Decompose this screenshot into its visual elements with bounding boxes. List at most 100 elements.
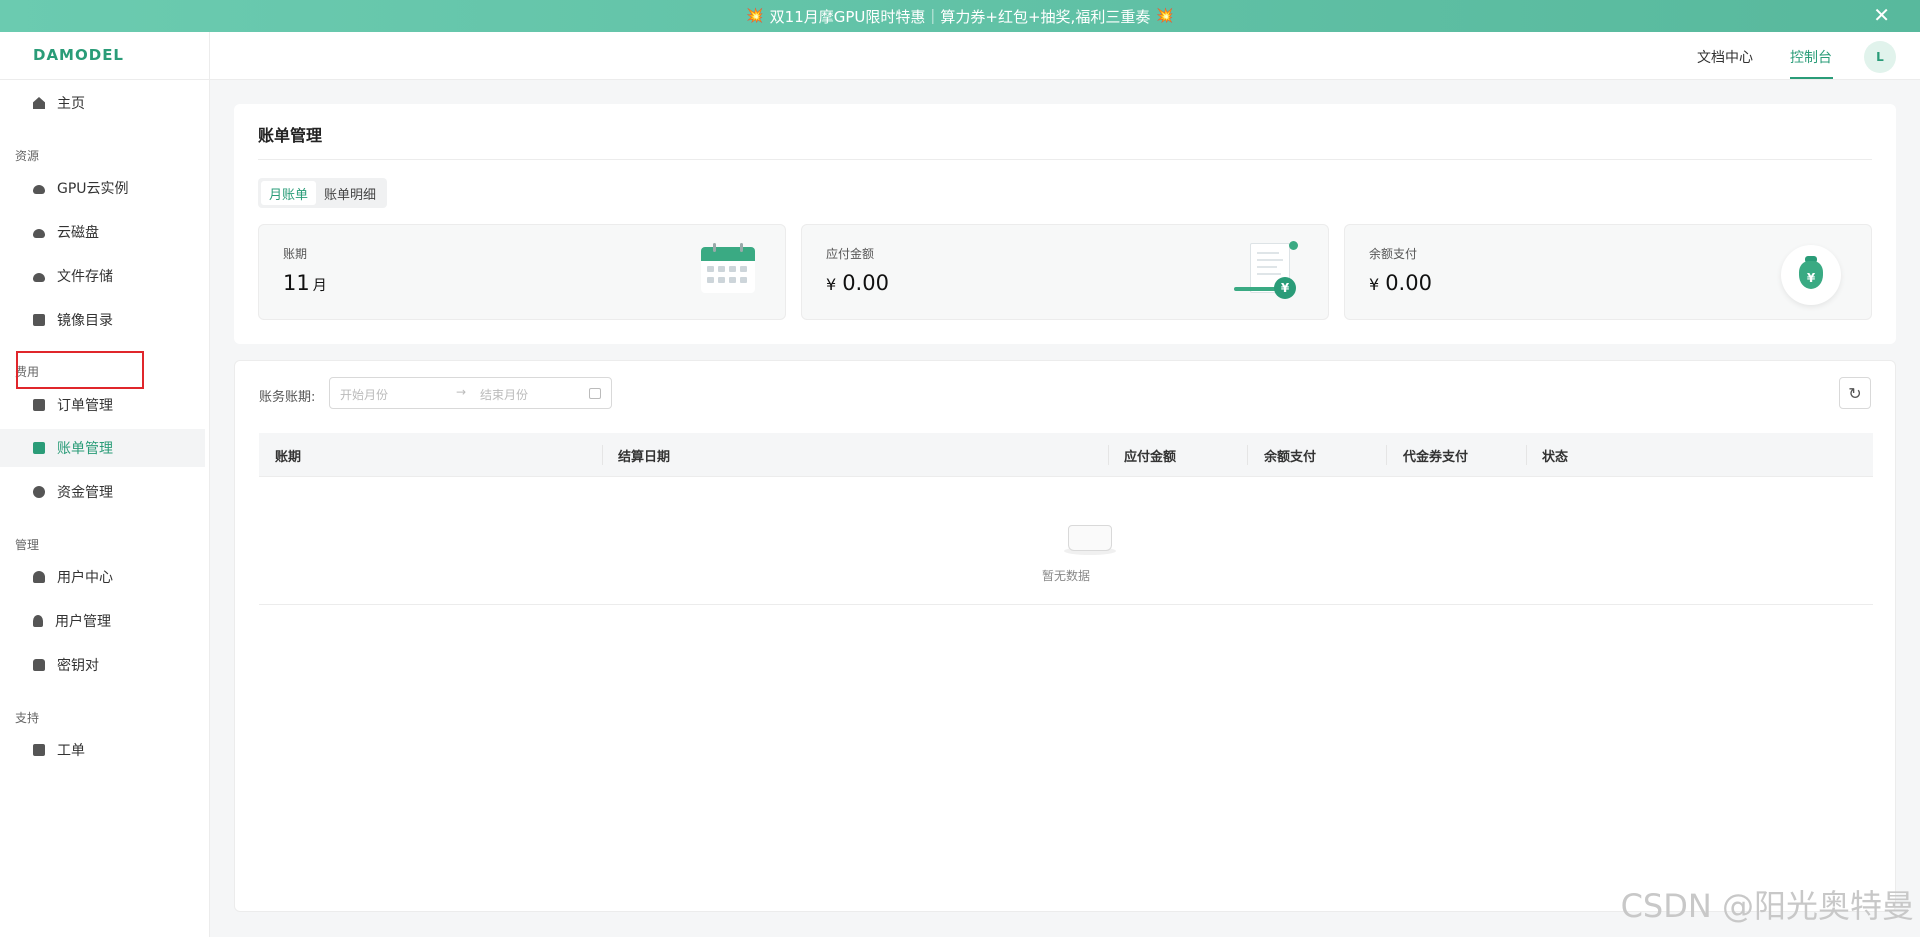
sidebar-item-bill-mgmt[interactable]: 账单管理 [0, 429, 205, 467]
column-header: 状态 [1542, 450, 1569, 465]
month-range-picker[interactable]: 开始月份 → 结束月份 [329, 377, 612, 409]
yen-symbol: ¥ [1799, 261, 1823, 289]
yen-coin-icon: ¥ [1274, 277, 1296, 299]
stat-label: 应付金额 [826, 247, 875, 261]
sidebar-item-label: 订单管理 [57, 398, 113, 414]
user-icon [33, 615, 43, 627]
balance-value: 0.00 [1385, 271, 1432, 295]
stat-label: 余额支付 [1369, 247, 1418, 261]
cloud-icon [33, 272, 45, 282]
sidebar-item-label: 文件存储 [57, 269, 113, 285]
filter-label: 账务账期: [259, 390, 316, 405]
sidebar-item-label: 镜像目录 [57, 313, 113, 329]
watermark: CSDN @阳光奥特曼 [1620, 887, 1914, 925]
sidebar-item-fund-mgmt[interactable]: 资金管理 [0, 473, 205, 511]
active-nav-indicator [1790, 77, 1833, 79]
console-link[interactable]: 控制台 [1790, 47, 1832, 67]
stat-value: ¥0.00 [826, 271, 889, 295]
bill-table-card: 账务账期: 开始月份 → 结束月份 ↻ 账期 结算日期 应付金额 余额支付 代金… [234, 360, 1896, 912]
stat-value: 11 月 [283, 271, 327, 295]
sidebar-item-label: GPU云实例 [57, 181, 129, 197]
invoice-icon: ¥ [1234, 241, 1298, 301]
sidebar-item-label: 用户管理 [55, 614, 111, 630]
column-header: 结算日期 [618, 450, 671, 465]
home-icon [33, 97, 45, 109]
period-unit: 月 [312, 278, 327, 294]
sidebar-section-support: 支持 [15, 711, 40, 725]
sidebar-item-label: 密钥对 [57, 658, 99, 674]
sidebar-item-label: 云磁盘 [57, 225, 99, 241]
sidebar-item-ticket[interactable]: 工单 [0, 731, 205, 769]
explosion-icon: 💥 [1156, 8, 1174, 24]
top-header: DAMODEL 文档中心 控制台 L [0, 32, 1920, 80]
column-divider [1526, 445, 1527, 465]
sidebar-item-file-storage[interactable]: 文件存储 [0, 257, 205, 295]
stat-billing-period: 账期 11 月 [258, 224, 786, 320]
column-header: 余额支付 [1264, 450, 1317, 465]
tab-monthly-bill[interactable]: 月账单 [261, 181, 317, 205]
arrow-right-icon: → [456, 385, 467, 399]
sidebar-item-order-mgmt[interactable]: 订单管理 [0, 386, 205, 424]
currency-symbol: ¥ [826, 275, 837, 294]
sidebar-item-gpu[interactable]: GPU云实例 [0, 169, 205, 207]
sidebar-item-disk[interactable]: 云磁盘 [0, 213, 205, 251]
page-title: 账单管理 [258, 126, 323, 145]
empty-text: 暂无数据 [1041, 569, 1090, 583]
explosion-icon: 💥 [746, 8, 764, 24]
stat-payable-amount: 应付金额 ¥0.00 ¥ [801, 224, 1329, 320]
header-divider [209, 32, 210, 80]
promo-banner-text[interactable]: 双11月摩GPU限时特惠｜算力券+红包+抽奖,福利三重奏 [770, 6, 1151, 27]
sidebar-item-key-pair[interactable]: 密钥对 [0, 646, 205, 684]
calendar-icon[interactable] [589, 388, 601, 399]
column-divider [1386, 445, 1387, 465]
promo-banner[interactable]: 💥 双11月摩GPU限时特惠｜算力券+红包+抽奖,福利三重奏 💥 ✕ [0, 0, 1920, 32]
tab-bill-detail[interactable]: 账单明细 [316, 181, 384, 205]
column-header: 代金券支付 [1403, 450, 1469, 465]
currency-symbol: ¥ [1369, 275, 1380, 294]
empty-state: 暂无数据 [259, 477, 1873, 605]
bill-summary-card: 账单管理 月账单 账单明细 账期 11 月 应付金额 ¥ 0.00 ¥ 余额支付… [234, 104, 1896, 344]
sidebar-section-management: 管理 [15, 538, 40, 552]
sidebar-item-label: 工单 [57, 743, 85, 759]
sidebar-section-resources: 资源 [15, 149, 40, 163]
coin-icon [33, 486, 45, 498]
sidebar-item-label: 资金管理 [57, 485, 113, 501]
sidebar-item-user-mgmt[interactable]: 用户管理 [0, 602, 205, 640]
stat-balance-payment: 余额支付 ¥0.00 ¥ [1344, 224, 1872, 320]
highlight-annotation [16, 351, 144, 389]
column-divider [1108, 445, 1109, 465]
sidebar-item-home[interactable]: 主页 [0, 84, 205, 122]
period-value: 11 [283, 271, 310, 295]
sidebar: 主页 资源 GPU云实例 云磁盘 文件存储 镜像目录 费用 订单管理 账单管理 … [0, 80, 210, 937]
sidebar-item-label: 账单管理 [57, 441, 113, 457]
start-month-input[interactable]: 开始月份 [340, 386, 388, 403]
column-divider [1247, 445, 1248, 465]
sidebar-item-label: 用户中心 [57, 570, 113, 586]
sidebar-item-image-catalog[interactable]: 镜像目录 [0, 301, 205, 339]
column-divider [602, 445, 603, 465]
lock-icon [33, 659, 45, 671]
bill-tabs: 月账单 账单明细 [258, 178, 388, 208]
close-icon[interactable]: ✕ [1873, 5, 1890, 25]
cloud-icon [33, 184, 45, 194]
bill-icon [33, 442, 45, 454]
empty-inbox-icon [1064, 517, 1116, 555]
calendar-icon [701, 243, 755, 293]
cloud-icon [33, 228, 45, 238]
table-header: 账期 结算日期 应付金额 余额支付 代金券支付 状态 [259, 433, 1873, 477]
divider [258, 159, 1872, 160]
refresh-button[interactable]: ↻ [1839, 377, 1871, 409]
stat-label: 账期 [283, 247, 308, 261]
sidebar-item-label: 主页 [57, 96, 85, 112]
avatar[interactable]: L [1864, 41, 1896, 73]
book-icon [33, 314, 45, 326]
column-header: 账期 [275, 450, 302, 465]
logo[interactable]: DAMODEL [33, 46, 124, 64]
payable-value: 0.00 [842, 271, 889, 295]
column-header: 应付金额 [1124, 450, 1177, 465]
refresh-icon: ↻ [1848, 383, 1862, 403]
end-month-input[interactable]: 结束月份 [480, 386, 528, 403]
docs-center-link[interactable]: 文档中心 [1697, 47, 1753, 67]
sidebar-item-user-center[interactable]: 用户中心 [0, 558, 205, 596]
stat-value: ¥0.00 [1369, 271, 1432, 295]
